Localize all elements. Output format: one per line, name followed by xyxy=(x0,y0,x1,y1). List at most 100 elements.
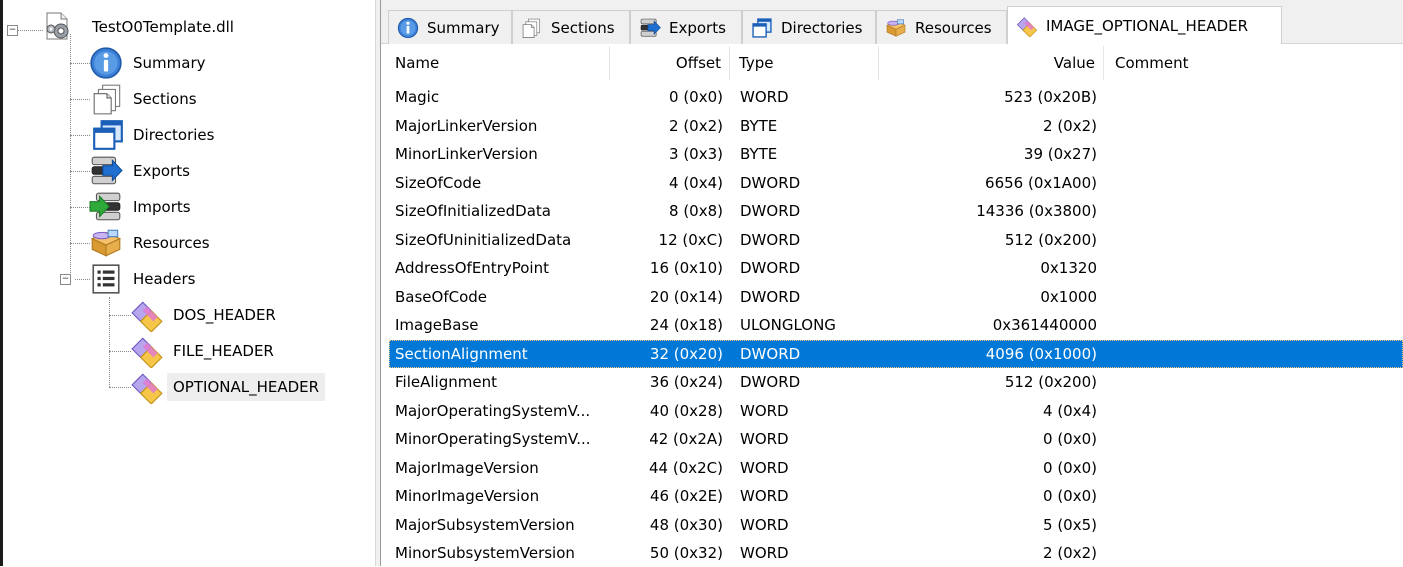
table-row[interactable]: MajorLinkerVersion 2 (0x2) BYTE 2 (0x2) xyxy=(389,112,1403,140)
cell-offset: 2 (0x2) xyxy=(669,117,723,135)
tab-sections[interactable]: Sections xyxy=(512,10,630,44)
table-row[interactable]: AddressOfEntryPoint 16 (0x10) DWORD 0x1320 xyxy=(389,254,1403,282)
headers-list-icon xyxy=(89,262,123,296)
column-divider[interactable] xyxy=(1103,46,1104,80)
tab-summary[interactable]: Summary xyxy=(388,10,512,44)
cell-value: 0 (0x0) xyxy=(1043,430,1097,448)
table-row[interactable]: MajorOperatingSystemV... 40 (0x28) WORD 4 (… xyxy=(389,397,1403,425)
cell-name: SizeOfUninitializedData xyxy=(395,231,572,249)
tab-label: Summary xyxy=(427,18,500,37)
cell-type: WORD xyxy=(740,487,789,505)
cell-type: WORD xyxy=(740,544,789,562)
tree-item-optional-header[interactable]: OPTIONAL_HEADER xyxy=(167,373,326,401)
table-row[interactable]: Magic 0 (0x0) WORD 523 (0x20B) xyxy=(389,83,1403,111)
tab-label: Exports xyxy=(669,18,726,37)
cell-offset: 46 (0x2E) xyxy=(649,487,723,505)
cell-offset: 4 (0x4) xyxy=(669,174,723,192)
tree-item-label: Resources xyxy=(133,234,210,252)
tab-bar: Summary Sections Exports Directories Res… xyxy=(381,0,1403,44)
table-row[interactable]: MajorImageVersion 44 (0x2C) WORD 0 (0x0) xyxy=(389,454,1403,482)
table-row[interactable]: BaseOfCode 20 (0x14) DWORD 0x1000 xyxy=(389,283,1403,311)
tree-item-sections[interactable]: Sections xyxy=(133,89,197,109)
tree-item-label: OPTIONAL_HEADER xyxy=(173,378,320,396)
cell-offset: 24 (0x18) xyxy=(649,316,723,334)
tree-connector xyxy=(109,387,131,388)
tree-item-file-header[interactable]: FILE_HEADER xyxy=(173,341,274,361)
tab-image-optional-header[interactable]: IMAGE_OPTIONAL_HEADER xyxy=(1007,6,1282,44)
tree-item-imports[interactable]: Imports xyxy=(133,197,191,217)
cell-value: 523 (0x20B) xyxy=(1004,88,1097,106)
collapse-toggle[interactable]: − xyxy=(60,274,71,285)
tree-item-label: Directories xyxy=(133,126,215,144)
tree-item-label: DOS_HEADER xyxy=(173,306,276,324)
column-header-offset[interactable]: Offset xyxy=(676,46,721,80)
tree-view[interactable]: − TestO0Template.dll Summary Sections Di… xyxy=(3,0,375,566)
tree-item-summary[interactable]: Summary xyxy=(133,53,206,73)
cell-value: 2 (0x2) xyxy=(1043,117,1097,135)
cell-value: 14336 (0x3800) xyxy=(976,202,1097,220)
info-icon xyxy=(397,17,419,39)
tab-label: Sections xyxy=(551,18,615,37)
tree-item-label: Sections xyxy=(133,90,197,108)
tab-resources[interactable]: Resources xyxy=(876,10,1007,44)
table-row[interactable]: MajorSubsystemVersion 48 (0x30) WORD 5 (0x5… xyxy=(389,511,1403,539)
column-header-type[interactable]: Type xyxy=(739,46,773,80)
table-row[interactable]: SizeOfUninitializedData 12 (0xC) DWORD 512 … xyxy=(389,226,1403,254)
cell-name: MajorOperatingSystemV... xyxy=(395,402,591,420)
column-header-comment[interactable]: Comment xyxy=(1115,46,1189,80)
table-row[interactable]: MinorSubsystemVersion 50 (0x32) WORD 2 (0x2… xyxy=(389,539,1403,567)
cell-value: 512 (0x200) xyxy=(1004,373,1097,391)
tree-item-label: Summary xyxy=(133,54,206,72)
cell-name: Magic xyxy=(395,88,440,106)
tree-item-root[interactable]: TestO0Template.dll xyxy=(92,17,234,37)
tree-item-exports[interactable]: Exports xyxy=(133,161,190,181)
diamond-header-icon xyxy=(130,334,164,368)
tree-item-directories[interactable]: Directories xyxy=(133,125,214,145)
tab-exports[interactable]: Exports xyxy=(630,10,742,44)
table-row[interactable]: MinorOperatingSystemV... 42 (0x2A) WORD 0 (… xyxy=(389,425,1403,453)
table-row[interactable]: MinorImageVersion 46 (0x2E) WORD 0 (0x0) xyxy=(389,482,1403,510)
table-row[interactable]: SizeOfCode 4 (0x4) DWORD 6656 (0x1A00) xyxy=(389,169,1403,197)
cell-value: 0x1320 xyxy=(1040,259,1097,277)
table-row[interactable]: MinorLinkerVersion 3 (0x3) BYTE 39 (0x27) xyxy=(389,140,1403,168)
tree-connector xyxy=(109,297,110,387)
column-divider[interactable] xyxy=(878,46,879,80)
collapse-toggle[interactable]: − xyxy=(7,25,18,36)
tree-item-dos-header[interactable]: DOS_HEADER xyxy=(173,305,276,325)
pages-icon xyxy=(91,82,125,116)
cell-offset: 20 (0x14) xyxy=(649,288,723,306)
imports-icon xyxy=(89,190,123,224)
cell-offset: 12 (0xC) xyxy=(658,231,723,249)
cell-type: DWORD xyxy=(740,202,801,220)
windows-icon xyxy=(91,118,125,152)
cell-type: DWORD xyxy=(740,259,801,277)
tab-directories[interactable]: Directories xyxy=(742,10,876,44)
cell-name: BaseOfCode xyxy=(395,288,488,306)
column-divider[interactable] xyxy=(729,46,730,80)
cell-offset: 44 (0x2C) xyxy=(649,459,723,477)
tree-connector xyxy=(70,63,90,64)
table-row[interactable]: FileAlignment 36 (0x24) DWORD 512 (0x200) xyxy=(389,368,1403,396)
dll-gear-icon xyxy=(41,10,73,42)
table-row[interactable]: SizeOfInitializedData 8 (0x8) DWORD 14336 (… xyxy=(389,197,1403,225)
column-header-value[interactable]: Value xyxy=(1054,46,1095,80)
info-icon xyxy=(89,46,123,80)
tree-item-headers[interactable]: Headers xyxy=(133,269,195,289)
cell-name: FileAlignment xyxy=(395,373,497,391)
tab-label: Directories xyxy=(781,18,863,37)
column-header-name[interactable]: Name xyxy=(395,46,439,80)
table-row[interactable]: ImageBase 24 (0x18) ULONGLONG 0x361440000 xyxy=(389,311,1403,339)
tree-item-label: Headers xyxy=(133,270,196,288)
tree-item-resources[interactable]: Resources xyxy=(133,233,210,253)
cell-name: MinorLinkerVersion xyxy=(395,145,538,163)
column-divider[interactable] xyxy=(609,46,610,80)
cell-value: 5 (0x5) xyxy=(1043,516,1097,534)
cell-value: 4 (0x4) xyxy=(1043,402,1097,420)
tree-item-label: FILE_HEADER xyxy=(173,342,274,360)
cell-offset: 32 (0x20) xyxy=(649,345,723,363)
cell-offset: 48 (0x30) xyxy=(649,516,723,534)
tree-connector xyxy=(109,351,131,352)
cell-type: DWORD xyxy=(740,345,801,363)
table-row[interactable]: SectionAlignment 32 (0x20) DWORD 4096 (0x10… xyxy=(389,340,1403,368)
cell-offset: 8 (0x8) xyxy=(669,202,723,220)
